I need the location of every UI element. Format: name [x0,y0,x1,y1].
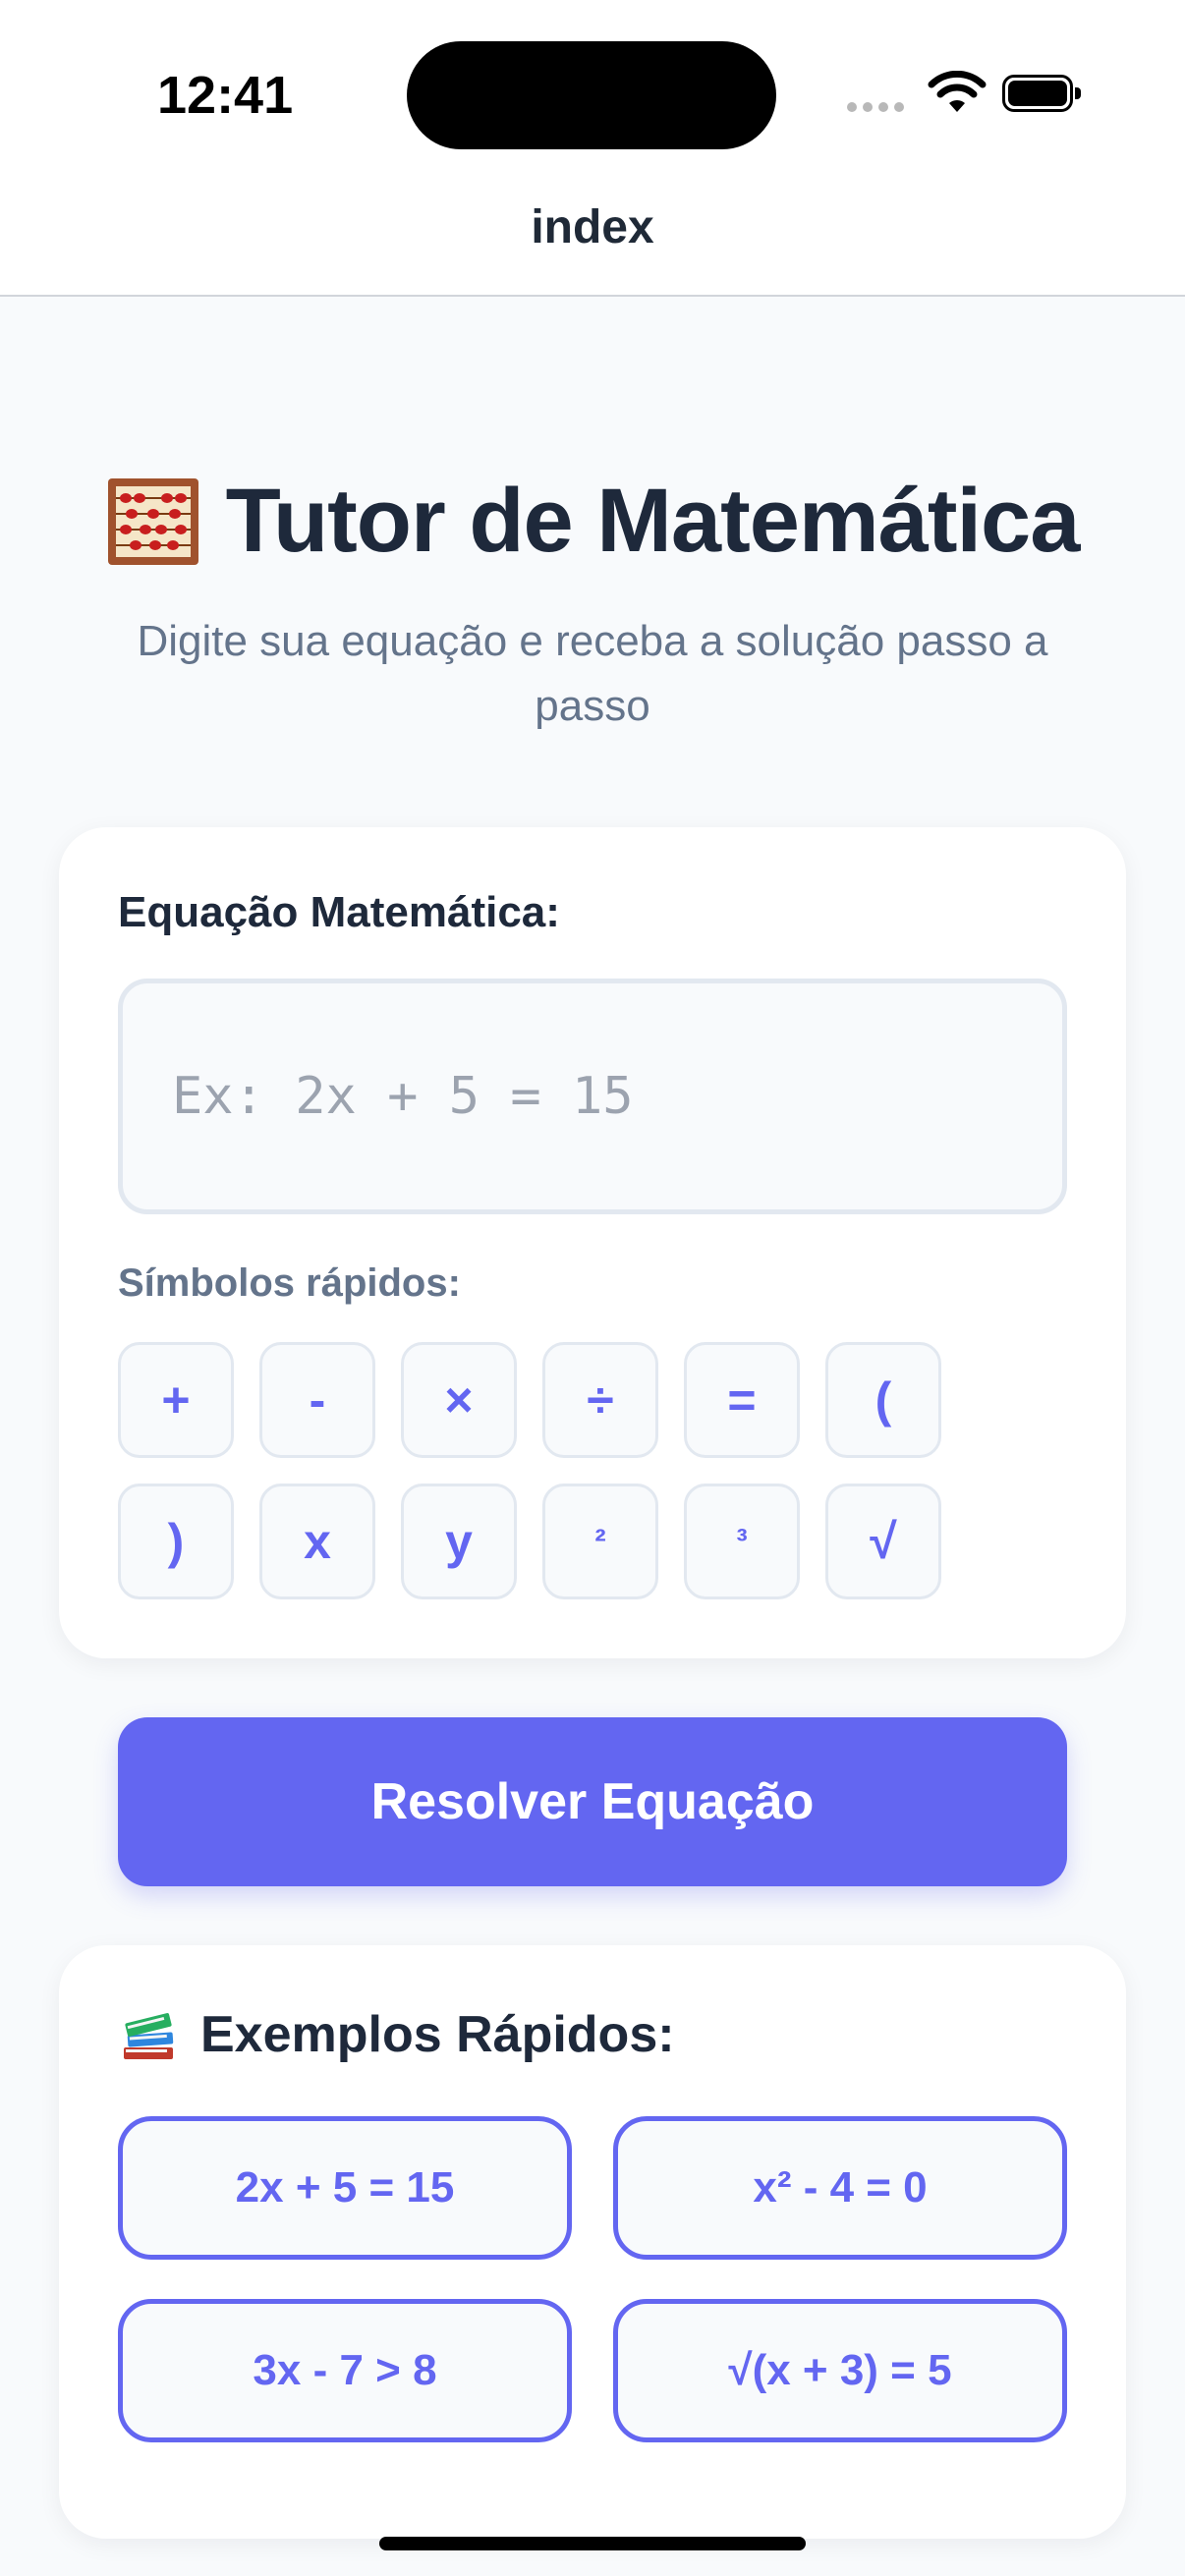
equation-label: Equação Matemática: [118,888,560,936]
status-icons [847,67,1083,116]
example-button[interactable]: 2x + 5 = 15 [118,2116,572,2260]
quick-symbols-grid: + - × ÷ = ( ) x y ² ³ √ [118,1342,963,1599]
example-button[interactable]: √(x + 3) = 5 [613,2299,1067,2442]
symbol-plus-button[interactable]: + [118,1342,234,1458]
example-button[interactable]: x² - 4 = 0 [613,2116,1067,2260]
page-header: Tutor de Matemática [0,470,1185,573]
symbol-open-paren-button[interactable]: ( [825,1342,941,1458]
symbol-sqrt-button[interactable]: √ [825,1484,941,1599]
symbol-equals-button[interactable]: = [684,1342,800,1458]
symbol-y-button[interactable]: y [401,1484,517,1599]
home-indicator[interactable] [379,2537,806,2550]
page-subtitle: Digite sua equação e receba a solução pa… [137,617,1048,730]
books-icon [124,2013,174,2059]
dynamic-island [407,41,776,149]
quick-symbols-label: Símbolos rápidos: [118,1261,461,1305]
example-button[interactable]: 3x - 7 > 8 [118,2299,572,2442]
equation-input[interactable] [118,979,1067,1214]
status-time: 12:41 [157,66,294,125]
examples-card: Exemplos Rápidos: 2x + 5 = 15 x² - 4 = 0… [59,1945,1126,2539]
symbol-x-button[interactable]: x [259,1484,375,1599]
symbol-squared-button[interactable]: ² [542,1484,658,1599]
examples-grid: 2x + 5 = 15 x² - 4 = 0 3x - 7 > 8 √(x + … [118,2116,1067,2442]
symbol-cubed-button[interactable]: ³ [684,1484,800,1599]
symbol-close-paren-button[interactable]: ) [118,1484,234,1599]
symbol-divide-button[interactable]: ÷ [542,1342,658,1458]
examples-header: Exemplos Rápidos: [118,2004,675,2065]
battery-icon [1002,75,1081,112]
page-title: Tutor de Matemática [225,471,1081,571]
nav-title: index [531,201,654,253]
app-screen: 12:41 index Tutor de Matemática Digite s… [0,0,1185,2576]
abacus-icon [107,477,198,565]
equation-card: Equação Matemática: Símbolos rápidos: + … [59,827,1126,1658]
top-bar: 12:41 index [0,0,1185,297]
examples-title: Exemplos Rápidos: [200,2006,675,2063]
symbol-multiply-button[interactable]: × [401,1342,517,1458]
cellular-signal-icon [847,102,904,112]
symbol-minus-button[interactable]: - [259,1342,375,1458]
wifi-icon [928,71,987,112]
solve-equation-button[interactable]: Resolver Equação [118,1717,1067,1886]
